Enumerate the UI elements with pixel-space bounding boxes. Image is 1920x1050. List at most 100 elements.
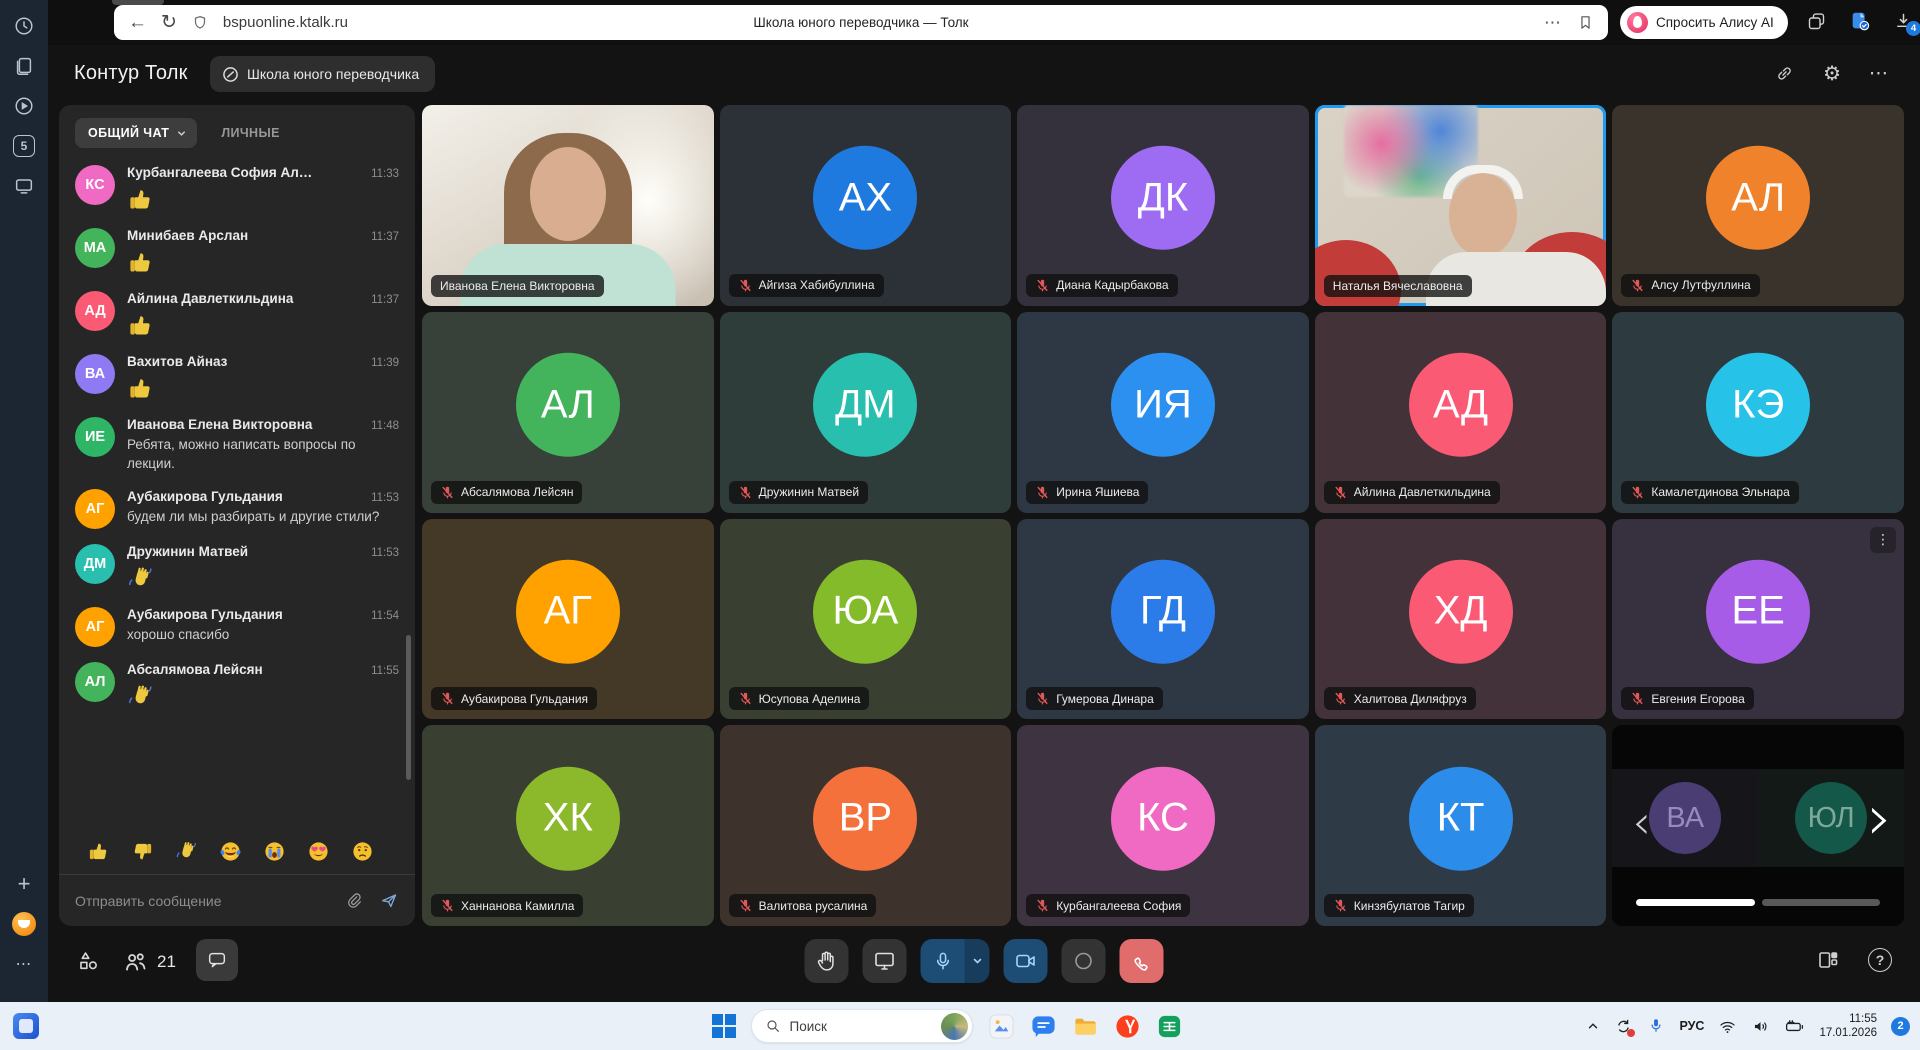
worried-emoji-button[interactable] <box>351 840 374 863</box>
mic-off-icon <box>1333 898 1348 913</box>
history-icon[interactable] <box>12 14 36 38</box>
mic-off-icon <box>1333 485 1348 500</box>
battery-icon[interactable] <box>1784 1016 1805 1037</box>
record-button[interactable] <box>1062 939 1106 983</box>
mic-off-icon <box>1333 691 1348 706</box>
participant-tile[interactable]: ДК Диана Кадырбакова <box>1017 105 1309 306</box>
participant-tile-video[interactable]: Иванова Елена Викторовна <box>422 105 714 306</box>
notification-badge[interactable]: 2 <box>1891 1017 1910 1036</box>
laughing-emoji-button[interactable] <box>219 840 242 863</box>
hang-up-button[interactable] <box>1120 939 1164 983</box>
screen-share-button[interactable] <box>863 939 907 983</box>
video-service-icon[interactable] <box>12 94 36 118</box>
participant-tile[interactable]: АЛ Алсу Лутфуллина <box>1612 105 1904 306</box>
file-explorer-icon[interactable] <box>1072 1013 1099 1040</box>
reload-icon[interactable]: ↻ <box>161 13 177 32</box>
participant-tile[interactable]: ⋮ ЕЕ Евгения Егорова <box>1612 519 1904 720</box>
participant-name-label: Ханнанова Камилла <box>431 894 583 917</box>
chat-message: ВА Вахитов Айназ11:39 <box>75 354 399 402</box>
mic-off-icon <box>738 485 753 500</box>
chat-app-icon[interactable] <box>1030 1013 1057 1040</box>
message-input[interactable]: Отправить сообщение <box>75 893 328 909</box>
back-icon[interactable]: ← <box>128 13 147 32</box>
taskbar-clock[interactable]: 11:5517.01.2026 <box>1819 1012 1877 1041</box>
raise-hand-button[interactable] <box>805 939 849 983</box>
bookmark-icon[interactable] <box>1577 14 1594 31</box>
pinned-app-icon[interactable] <box>13 1013 39 1039</box>
thumbs-up-emoji-button[interactable] <box>87 840 110 863</box>
message-time: 11:39 <box>371 357 399 369</box>
yandex-browser-icon[interactable] <box>1114 1013 1141 1040</box>
attach-file-icon[interactable] <box>344 891 363 910</box>
participants-icon[interactable] <box>122 949 149 976</box>
participant-tile[interactable]: КТ Кинзябулатов Тагир <box>1315 725 1607 926</box>
header-more-icon[interactable]: ⋯ <box>1869 62 1888 85</box>
microphone-options-button[interactable] <box>965 939 990 983</box>
site-shield-icon[interactable] <box>191 14 209 32</box>
screen-call-icon[interactable] <box>12 174 36 198</box>
camera-button[interactable] <box>1004 939 1048 983</box>
alice-orb-icon[interactable] <box>12 912 36 936</box>
participant-tile[interactable]: ХК Ханнанова Камилла <box>422 725 714 926</box>
tab-counter[interactable]: 5 <box>12 134 36 158</box>
chat-scrollbar[interactable] <box>406 635 411 780</box>
participant-tile[interactable]: ИЯ Ирина Яшиева <box>1017 312 1309 513</box>
tab-personal-chat[interactable]: ЛИЧНЫЕ <box>221 126 280 140</box>
microphone-button[interactable] <box>921 939 965 983</box>
photos-app-icon[interactable] <box>988 1013 1015 1040</box>
language-indicator[interactable]: РУС <box>1679 1019 1704 1033</box>
spreadsheet-app-icon[interactable] <box>1156 1013 1183 1040</box>
tray-microphone-icon[interactable] <box>1647 1017 1665 1035</box>
crying-emoji-button[interactable] <box>263 840 286 863</box>
chat-message-list[interactable]: КС Курбангалеева София Ал…11:33 МА Миниб… <box>59 157 415 828</box>
copy-link-icon[interactable] <box>1774 63 1795 84</box>
tray-expand-icon[interactable] <box>1586 1019 1600 1033</box>
urlbar-more-icon[interactable]: ⋯ <box>1544 13 1561 33</box>
taskbar-search[interactable]: Поиск <box>751 1009 973 1043</box>
collections-icon[interactable] <box>12 54 36 78</box>
chat-message: АГ Аубакирова Гульдания11:54 хорошо спас… <box>75 607 399 647</box>
participant-tile[interactable]: ХД Халитова Диляфруз <box>1315 519 1607 720</box>
volume-icon[interactable] <box>1751 1017 1770 1036</box>
wifi-icon[interactable] <box>1718 1017 1737 1036</box>
participant-tile[interactable]: КС Курбангалеева София <box>1017 725 1309 926</box>
participant-tile[interactable]: ДМ Дружинин Матвей <box>720 312 1012 513</box>
extension-cards-icon[interactable] <box>1806 11 1827 32</box>
ask-alice-button[interactable]: Спросить Алису AI <box>1620 6 1788 39</box>
settings-gear-icon[interactable]: ⚙ <box>1823 64 1841 84</box>
tile-menu-icon[interactable]: ⋮ <box>1870 527 1896 553</box>
sync-status-icon[interactable] <box>1614 1017 1633 1036</box>
grid-next-page-icon[interactable]: › <box>1867 787 1892 849</box>
search-icon <box>765 1018 781 1034</box>
participant-tile[interactable]: КЭ Камалетдинова Эльнара <box>1612 312 1904 513</box>
start-button[interactable] <box>712 1014 736 1038</box>
tab-general-chat[interactable]: ОБЩИЙ ЧАТ <box>75 118 197 148</box>
sidebar-more-icon[interactable]: ⋯ <box>12 952 36 976</box>
grid-prev-page-icon[interactable]: ‹ <box>1632 799 1650 845</box>
thumbs-down-emoji-button[interactable] <box>131 840 154 863</box>
mic-off-icon <box>1630 691 1645 706</box>
extension-doc-icon[interactable] <box>1849 10 1871 32</box>
participant-tile-video-speaking[interactable]: Наталья Вячеславовна <box>1315 105 1607 306</box>
add-panel-icon[interactable]: + <box>12 872 36 896</box>
participant-tile[interactable]: ЮА Юсупова Аделина <box>720 519 1012 720</box>
room-name-pill[interactable]: Школа юного переводчика <box>210 56 435 92</box>
heart-eyes-emoji-button[interactable] <box>307 840 330 863</box>
participant-tile[interactable]: АД Айлина Давлеткильдина <box>1315 312 1607 513</box>
chevron-down-icon <box>176 128 187 139</box>
participant-tile[interactable]: ВР Валитова русалина <box>720 725 1012 926</box>
scenes-icon[interactable] <box>76 949 102 975</box>
participant-tile[interactable]: АЛ Абсалямова Лейсян <box>422 312 714 513</box>
downloads-icon[interactable]: 4 <box>1893 11 1914 32</box>
url-bar[interactable]: ← ↻ bspuonline.ktalk.ru Школа юного пере… <box>114 5 1608 40</box>
url-text[interactable]: bspuonline.ktalk.ru <box>223 14 348 31</box>
help-button[interactable]: ? <box>1868 948 1892 972</box>
participant-tile[interactable]: ГД Гумерова Динара <box>1017 519 1309 720</box>
participant-tile[interactable]: АГ Аубакирова Гульдания <box>422 519 714 720</box>
send-message-icon[interactable] <box>379 891 399 911</box>
layout-view-icon[interactable] <box>1816 948 1840 972</box>
wave-emoji-button[interactable] <box>175 840 198 863</box>
chat-toggle-button[interactable] <box>196 939 238 981</box>
participant-tile[interactable]: АХ Айгиза Хабибуллина <box>720 105 1012 306</box>
participant-name-label: Курбангалеева София <box>1026 894 1190 917</box>
